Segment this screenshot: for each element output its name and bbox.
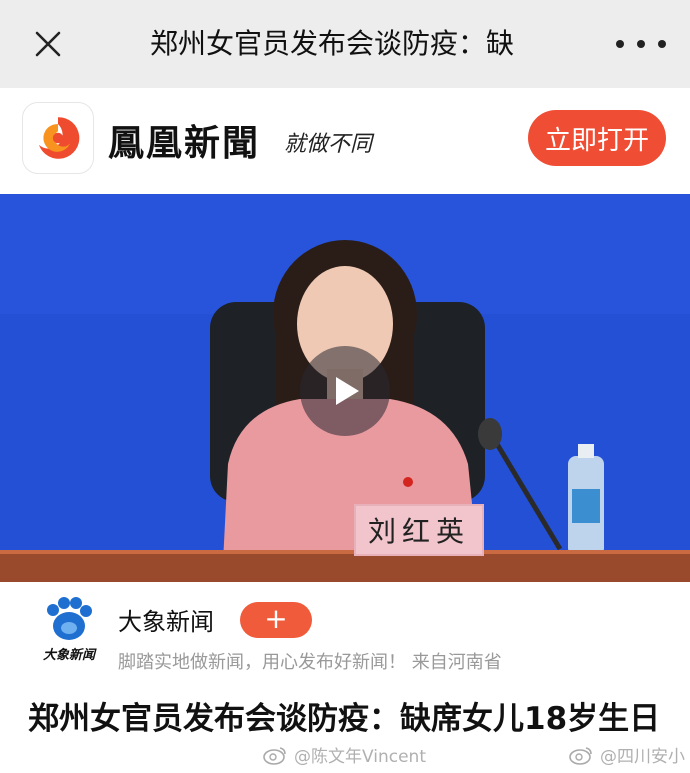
speaker-nameplate: 刘红英 [354,504,484,556]
watermark-right: @四川安小 [568,742,685,767]
source-logo-text: 大象新闻 [42,648,95,663]
more-icon [616,40,624,48]
watermark-left-text: @陈文年Vincent [294,747,426,767]
phoenix-logo-icon [22,102,94,174]
source-description: 脚踏实地做新闻，用心发布好新闻！ 来自河南省 [118,652,502,673]
open-app-button[interactable]: 立即打开 [528,110,666,166]
play-icon [336,377,359,405]
page-title: 郑州女官员发布会谈防疫：缺 [150,27,515,60]
play-button[interactable] [300,346,390,436]
video-player[interactable]: 刘红英 [0,194,690,582]
more-button[interactable] [616,24,666,64]
follow-button[interactable]: + [240,602,312,638]
source-info: 大象新闻 大象新闻 + 脚踏实地做新闻，用心发布好新闻！ 来自河南省 [0,590,690,680]
watermark-right-text: @四川安小 [600,747,685,767]
top-navigation-bar: 郑州女官员发布会谈防疫：缺 [0,0,690,88]
source-logo[interactable]: 大象新闻 [36,596,102,666]
brand-name: 鳳凰新聞 [108,122,261,164]
close-icon [35,31,61,57]
brand-slogan: 就做不同 [284,132,373,157]
weibo-icon [263,746,286,765]
app-banner: 鳳凰新聞 就做不同 立即打开 [0,88,690,192]
weibo-icon [569,746,592,765]
paw-icon [47,597,92,640]
article-headline[interactable]: 郑州女官员发布会谈防疫：缺席女儿18岁生日 [28,700,668,738]
watermark-left: @陈文年Vincent [262,742,426,767]
source-name[interactable]: 大象新闻 [118,602,214,637]
close-button[interactable] [28,24,68,64]
